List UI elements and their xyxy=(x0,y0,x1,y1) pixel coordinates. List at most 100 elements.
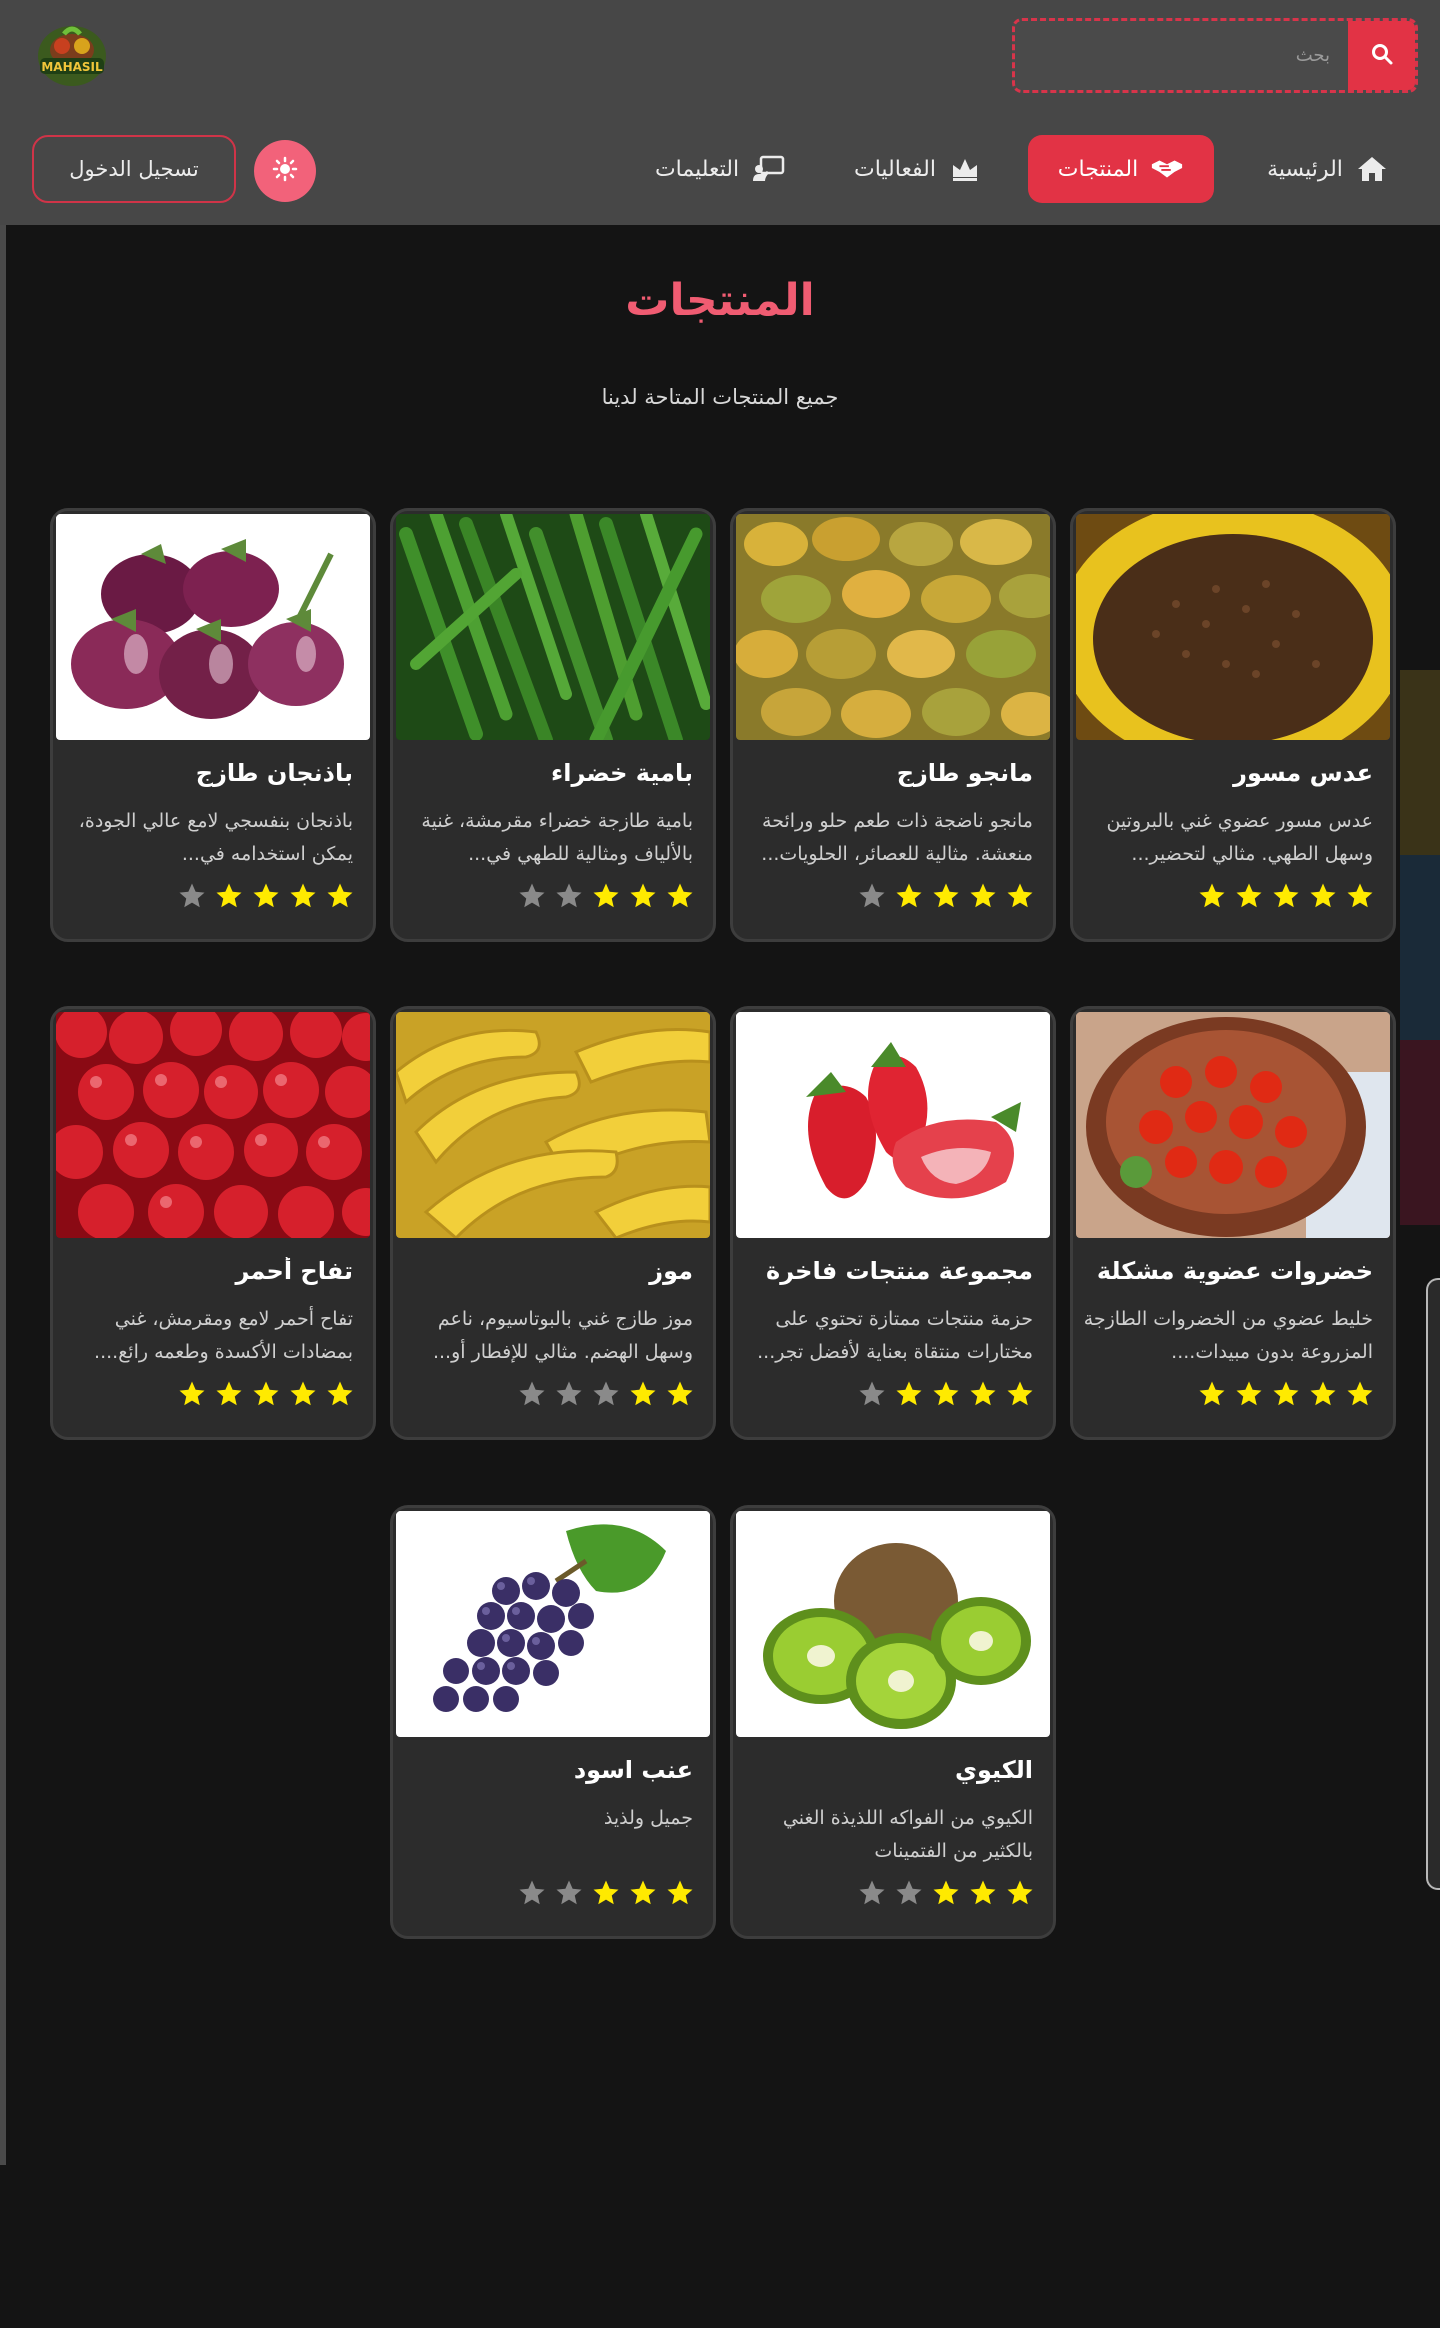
product-description: مانجو ناضجة ذات طعم حلو ورائحة منعشة. مث… xyxy=(761,810,1033,865)
main-navbar: الرئيسية المنتجات الفعاليات التعليمات تس… xyxy=(0,114,1440,225)
product-name: مجموعة منتجات فاخرة xyxy=(766,1257,1033,1285)
star-icon xyxy=(1347,883,1373,908)
star-icon xyxy=(667,883,693,908)
product-description: عدس مسور عضوي غني بالبروتين وسهل الطهي. … xyxy=(1106,810,1373,865)
nav-item-instructions[interactable]: التعليمات xyxy=(630,135,810,203)
product-description: الكيوي من الفواكه اللذيذة الغني بالكثير … xyxy=(782,1807,1033,1862)
star-icon xyxy=(1273,1381,1299,1406)
star-icon xyxy=(970,883,996,908)
side-panel-strip xyxy=(1400,670,1440,855)
star-icon xyxy=(216,883,242,908)
product-image xyxy=(736,1012,1050,1238)
product-image xyxy=(736,1511,1050,1737)
star-icon xyxy=(556,1880,582,1905)
nav-label-products: المنتجات xyxy=(1057,156,1139,182)
product-rating xyxy=(177,1379,355,1409)
product-name: تفاح أحمر xyxy=(235,1257,354,1285)
nav-item-events[interactable]: الفعاليات xyxy=(838,135,998,203)
product-name: الكيوي xyxy=(954,1756,1033,1784)
product-description: باذنجان بنفسجي لامع عالي الجودة، يمكن اس… xyxy=(78,810,353,865)
product-rating xyxy=(857,1878,1035,1908)
star-icon xyxy=(667,1381,693,1406)
star-icon xyxy=(1273,883,1299,908)
product-card[interactable]: عنب اسود جميل ولذيذ xyxy=(390,1505,716,1939)
site-logo[interactable]: MAHASIL xyxy=(32,16,112,92)
product-rating xyxy=(1197,1379,1375,1409)
star-icon xyxy=(327,1381,353,1406)
product-image xyxy=(396,1012,710,1238)
star-icon xyxy=(896,1381,922,1406)
star-icon xyxy=(630,1880,656,1905)
product-card[interactable]: عدس مسور عدس مسور عضوي غني بالبروتين وسه… xyxy=(1070,508,1396,942)
nav-item-products[interactable]: المنتجات xyxy=(1028,135,1214,203)
star-icon xyxy=(593,883,619,908)
teacher-icon xyxy=(751,154,785,184)
product-card[interactable]: الكيوي الكيوي من الفواكه اللذيذة الغني ب… xyxy=(730,1505,1056,1939)
product-name: عدس مسور xyxy=(1233,759,1373,787)
nav-label-home: الرئيسية xyxy=(1267,156,1343,182)
nav-item-home[interactable]: الرئيسية xyxy=(1248,135,1408,203)
product-card[interactable]: باذنجان طازج باذنجان بنفسجي لامع عالي ال… xyxy=(50,508,376,942)
theme-toggle-button[interactable] xyxy=(254,140,316,202)
search-button[interactable] xyxy=(1348,21,1415,90)
star-icon xyxy=(896,883,922,908)
star-icon xyxy=(179,1381,205,1406)
product-card[interactable]: مانجو طازج مانجو ناضجة ذات طعم حلو ورائح… xyxy=(730,508,1056,942)
product-description: بامية طازجة خضراء مقرمشة، غنية بالألياف … xyxy=(421,810,693,865)
star-icon xyxy=(519,1880,545,1905)
star-icon xyxy=(290,1381,316,1406)
star-icon xyxy=(216,1381,242,1406)
star-icon xyxy=(933,1381,959,1406)
star-icon xyxy=(253,883,279,908)
home-icon xyxy=(1355,154,1389,184)
product-image xyxy=(396,514,710,740)
search-input[interactable] xyxy=(1015,21,1348,90)
product-name: مانجو طازج xyxy=(896,759,1033,787)
product-card[interactable]: مجموعة منتجات فاخرة حزمة منتجات ممتازة ت… xyxy=(730,1006,1056,1440)
star-icon xyxy=(179,883,205,908)
product-card[interactable]: تفاح أحمر تفاح أحمر لامع ومقرمش، غني بمض… xyxy=(50,1006,376,1440)
star-icon xyxy=(1007,1381,1033,1406)
star-icon xyxy=(1007,883,1033,908)
star-icon xyxy=(896,1880,922,1905)
product-image xyxy=(56,514,370,740)
product-image xyxy=(736,514,1050,740)
star-icon xyxy=(1199,883,1225,908)
nav-label-instructions: التعليمات xyxy=(654,156,740,182)
star-icon xyxy=(667,1880,693,1905)
product-rating xyxy=(517,1878,695,1908)
star-icon xyxy=(593,1381,619,1406)
star-icon xyxy=(1236,883,1262,908)
star-icon xyxy=(1199,1381,1225,1406)
product-card[interactable]: بامية خضراء بامية طازجة خضراء مقرمشة، غن… xyxy=(390,508,716,942)
star-icon xyxy=(556,883,582,908)
star-icon xyxy=(859,1880,885,1905)
star-icon xyxy=(290,883,316,908)
nav-label-events: الفعاليات xyxy=(853,156,937,182)
product-image xyxy=(1076,1012,1390,1238)
product-rating xyxy=(517,881,695,911)
product-card[interactable]: موز موز طازج غني بالبوتاسيوم، ناعم وسهل … xyxy=(390,1006,716,1440)
handshake-icon xyxy=(1150,154,1184,184)
side-drawer-handle[interactable] xyxy=(1426,1278,1440,1890)
star-icon xyxy=(933,883,959,908)
star-icon xyxy=(556,1381,582,1406)
product-rating xyxy=(1197,881,1375,911)
product-description: خليط عضوي من الخضروات الطازجة المزروعة ب… xyxy=(1083,1308,1373,1363)
search-icon xyxy=(1370,42,1394,70)
product-description: تفاح أحمر لامع ومقرمش، غني بمضادات الأكس… xyxy=(94,1308,353,1363)
product-image xyxy=(56,1012,370,1238)
star-icon xyxy=(593,1880,619,1905)
top-header: MAHASIL xyxy=(0,0,1440,114)
star-icon xyxy=(630,1381,656,1406)
star-icon xyxy=(933,1880,959,1905)
logo-text: MAHASIL xyxy=(41,60,103,74)
login-button[interactable]: تسجيل الدخول xyxy=(32,135,236,203)
product-rating xyxy=(857,1379,1035,1409)
star-icon xyxy=(1347,1381,1373,1406)
product-description: موز طازج غني بالبوتاسيوم، ناعم وسهل الهض… xyxy=(432,1308,693,1363)
star-icon xyxy=(519,883,545,908)
star-icon xyxy=(970,1880,996,1905)
star-icon xyxy=(1310,1381,1336,1406)
product-card[interactable]: خضروات عضوية مشكلة خليط عضوي من الخضروات… xyxy=(1070,1006,1396,1440)
